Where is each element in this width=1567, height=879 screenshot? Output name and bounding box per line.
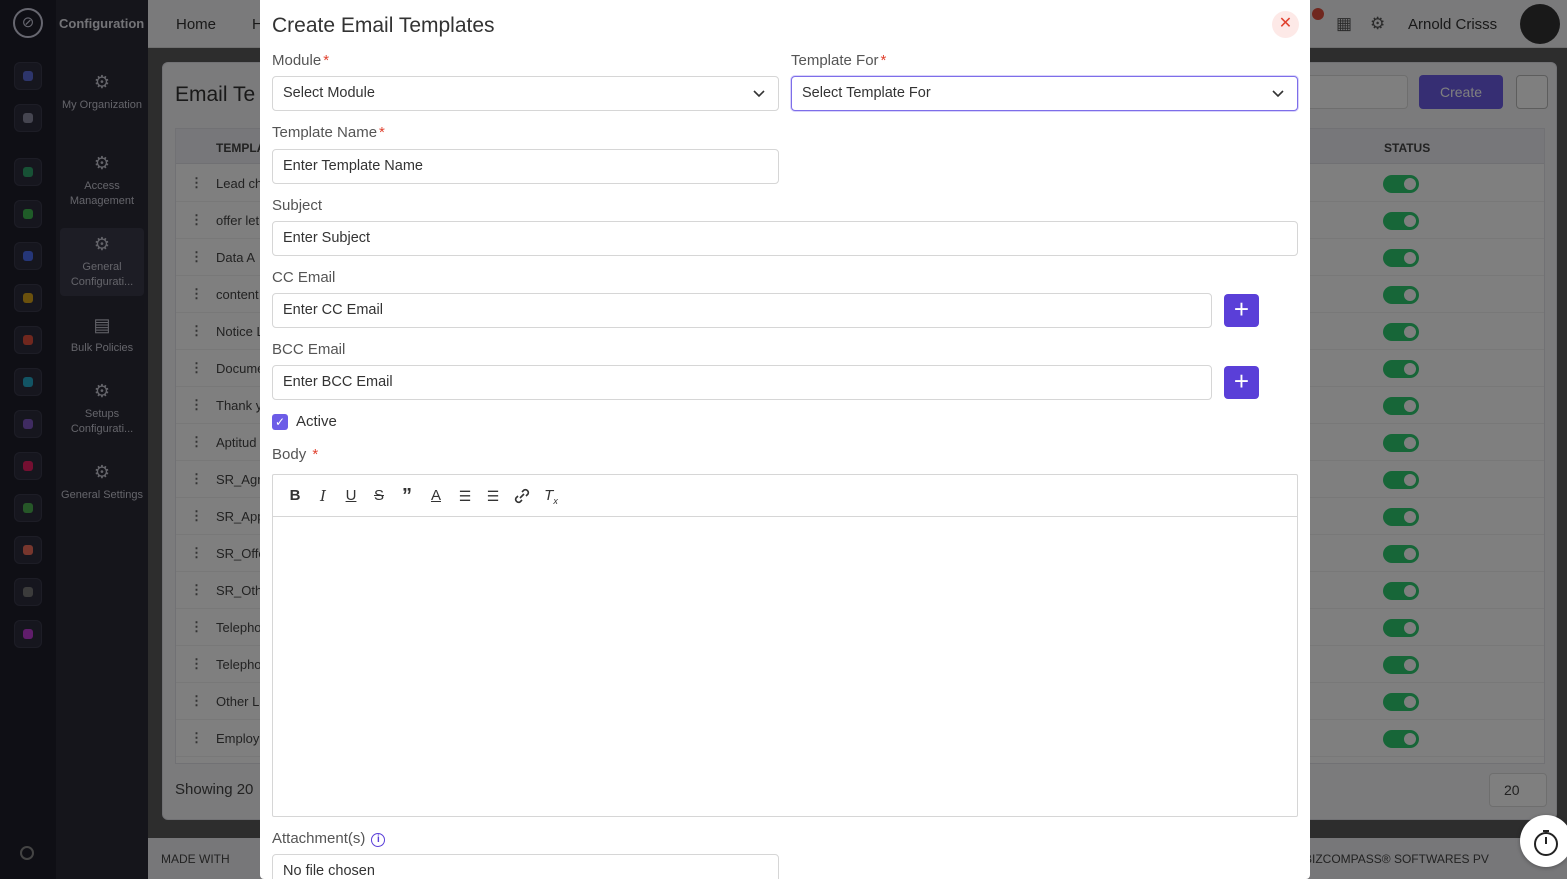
close-icon[interactable]: ✕ bbox=[1272, 11, 1299, 38]
add-bcc-button[interactable]: + bbox=[1224, 366, 1259, 399]
attachment-label: Attachment(s) i bbox=[272, 830, 386, 847]
info-icon[interactable]: i bbox=[371, 833, 386, 847]
strikethrough-icon[interactable]: S bbox=[369, 486, 389, 506]
template-for-label: Template For * bbox=[791, 52, 887, 69]
chevron-down-icon bbox=[1272, 90, 1284, 98]
create-email-template-modal: Create Email Templates ✕ Module * Select … bbox=[260, 0, 1310, 879]
text-color-icon[interactable]: A bbox=[426, 486, 446, 506]
template-for-select[interactable]: Select Template For bbox=[791, 76, 1298, 111]
bcc-email-input[interactable]: Enter BCC Email bbox=[272, 365, 1212, 400]
stopwatch-icon bbox=[1534, 830, 1558, 856]
module-label: Module * bbox=[272, 52, 330, 69]
body-editor[interactable]: B I U S ” A ☰ ☰ Tx bbox=[272, 474, 1298, 817]
add-cc-button[interactable]: + bbox=[1224, 294, 1259, 327]
template-name-input[interactable]: Enter Template Name bbox=[272, 149, 779, 184]
italic-icon[interactable]: I bbox=[313, 486, 333, 506]
bcc-email-label: BCC Email bbox=[272, 341, 346, 358]
subject-label: Subject bbox=[272, 197, 323, 214]
ordered-list-icon[interactable]: ☰ bbox=[455, 486, 475, 506]
modal-title: Create Email Templates bbox=[272, 14, 495, 37]
subject-input[interactable]: Enter Subject bbox=[272, 221, 1298, 256]
link-icon[interactable] bbox=[512, 486, 532, 506]
underline-icon[interactable]: U bbox=[341, 486, 361, 506]
cc-email-label: CC Email bbox=[272, 269, 336, 286]
blockquote-icon[interactable]: ” bbox=[397, 486, 417, 506]
active-checkbox[interactable]: ✓ bbox=[272, 414, 288, 430]
attachment-file-input[interactable]: No file chosen bbox=[272, 854, 779, 879]
module-select[interactable]: Select Module bbox=[272, 76, 779, 111]
bold-icon[interactable]: B bbox=[285, 486, 305, 506]
editor-toolbar: B I U S ” A ☰ ☰ Tx bbox=[273, 475, 1297, 517]
cc-email-input[interactable]: Enter CC Email bbox=[272, 293, 1212, 328]
active-label[interactable]: Active bbox=[296, 413, 337, 430]
chevron-down-icon bbox=[753, 90, 765, 98]
bullet-list-icon[interactable]: ☰ bbox=[483, 486, 503, 506]
timer-widget[interactable] bbox=[1520, 815, 1567, 867]
body-label: Body * bbox=[272, 446, 319, 463]
template-name-label: Template Name * bbox=[272, 124, 385, 141]
clear-format-icon[interactable]: Tx bbox=[541, 486, 561, 506]
